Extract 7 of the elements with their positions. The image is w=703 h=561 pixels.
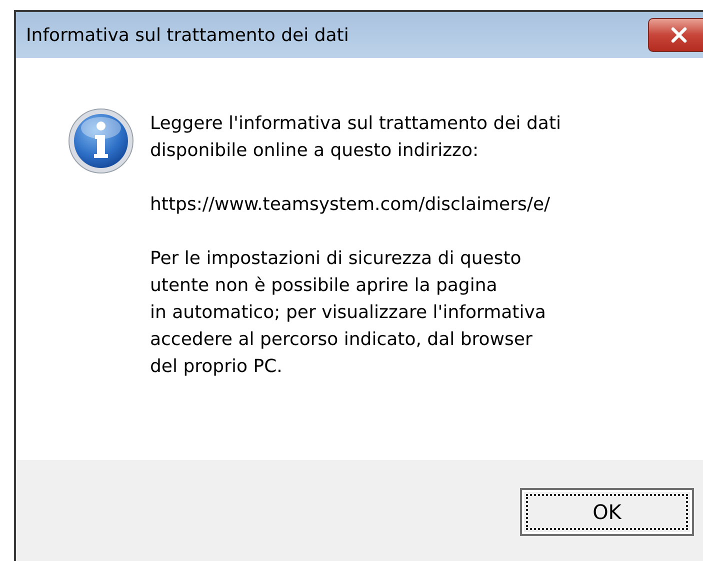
message-text: https://www.teamsystem.com/disclaimers/e/ bbox=[150, 193, 552, 217]
message-text: Leggere l'informativa sul trattamento dei dati disponibile online a questo indirizzo: bbox=[150, 112, 562, 163]
close-button[interactable] bbox=[648, 18, 703, 52]
info-icon bbox=[68, 108, 134, 174]
message-text: Per le impostazioni di sicurezza di questo utente non è possibile aprire la pagina in automatico; per visualizzare l'informativa accedere al percorso indicato, dal browser del proprio PC. bbox=[150, 247, 547, 379]
window-title: Informativa sul trattamento dei dati bbox=[26, 24, 350, 46]
ok-button[interactable]: OK bbox=[520, 488, 694, 536]
